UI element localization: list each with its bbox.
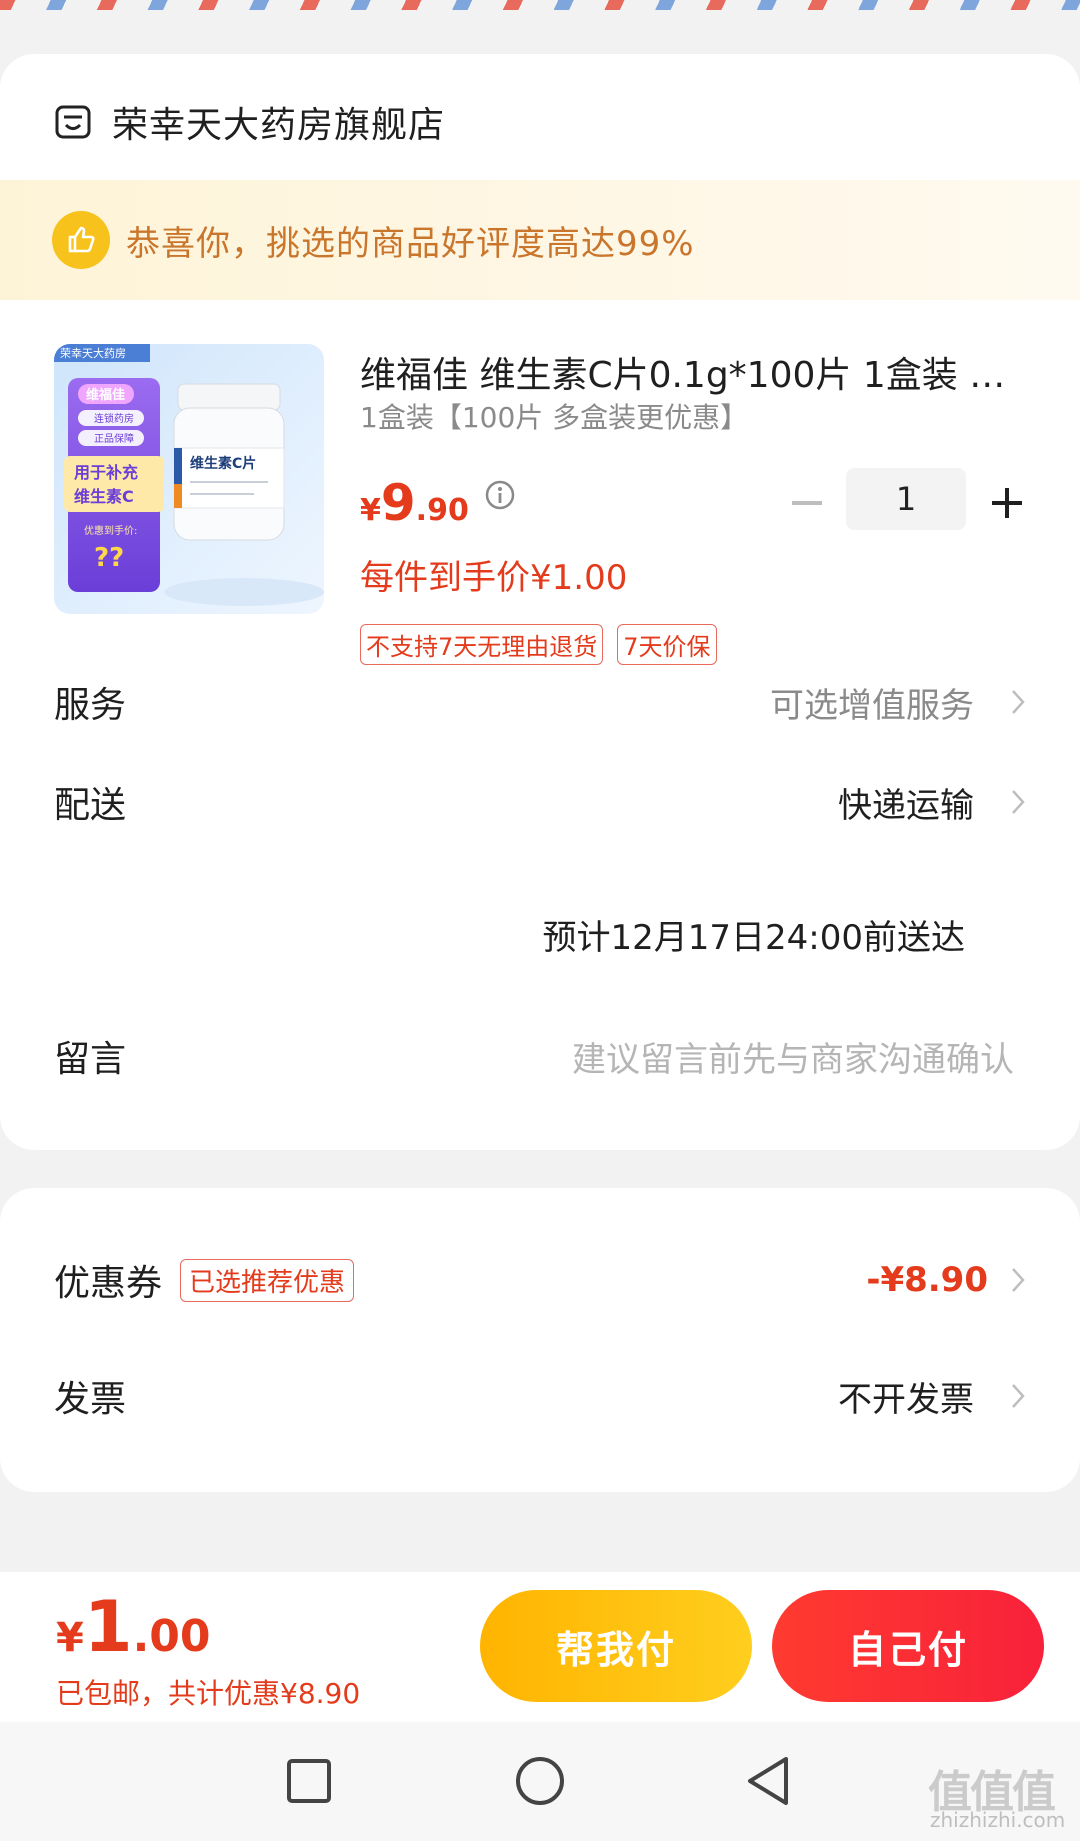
service-row[interactable]: 服务 可选增值服务 <box>54 672 1026 732</box>
plus-icon <box>992 488 1022 518</box>
image-chip-2: 正品保障 <box>94 432 134 445</box>
product-price: ¥ 9 .90 <box>360 474 469 532</box>
delivery-eta: 预计12月17日24:00前送达 <box>542 918 965 958</box>
tag-no-return: 不支持7天无理由退货 <box>360 624 604 665</box>
price-decimal: .90 <box>415 493 469 528</box>
note-row[interactable]: 留言 建议留言前先与商家沟通确认 <box>54 1026 1026 1086</box>
chevron-right-icon <box>1012 690 1025 714</box>
store-header[interactable]: 荣幸天大药房旗舰店 <box>54 94 445 150</box>
invoice-label: 发票 <box>54 1379 127 1420</box>
discount-card: 优惠券 已选推荐优惠 -¥8.90 发票 不开发票 <box>0 1188 1080 1492</box>
info-icon[interactable] <box>484 479 516 511</box>
service-value: 可选增值服务 <box>770 685 974 726</box>
invoice-row[interactable]: 发票 不开发票 <box>54 1366 1026 1426</box>
total-currency: ¥ <box>56 1615 84 1661</box>
store-icon <box>55 105 91 139</box>
image-brand-text: 荣幸天大药房 <box>60 346 126 360</box>
product-tags: 不支持7天无理由退货 7天价保 <box>360 624 717 665</box>
home-icon[interactable] <box>513 1754 567 1808</box>
chevron-right-icon <box>1012 1384 1025 1408</box>
coupon-tag: 已选推荐优惠 <box>180 1258 355 1302</box>
watermark-url: zhizhizhi.com <box>930 1808 1066 1832</box>
price-currency: ¥ <box>360 493 381 528</box>
image-bottle-label: 维生素C片 <box>190 455 256 472</box>
price-integer: 9 <box>380 474 416 532</box>
product-spec[interactable]: 1盒装【100片 多盒装更优惠】 <box>360 396 748 436</box>
back-icon[interactable] <box>742 1754 796 1808</box>
product-title[interactable]: 维福佳 维生素C片0.1g*100片 1盒装 用于补充维生素C <box>360 346 1020 398</box>
delivery-value: 快递运输 <box>838 785 974 826</box>
coupon-label: 优惠券 <box>54 1263 163 1304</box>
image-headline-1: 用于补充 <box>74 463 138 482</box>
quantity-increase-button[interactable] <box>984 480 1030 526</box>
store-name: 荣幸天大药房旗舰店 <box>112 105 446 146</box>
product-image[interactable]: 荣幸天大药房 维福佳 连锁药房 正品保障 用于补充 维生素C 优惠到手价: ??… <box>54 344 324 614</box>
praise-text: 恭喜你，挑选的商品好评度高达99% <box>126 223 695 264</box>
image-chip-1: 连锁药房 <box>94 412 134 425</box>
total-decimal: .00 <box>132 1611 211 1662</box>
order-card: 荣幸天大药房旗舰店 恭喜你，挑选的商品好评度高达99% 荣幸天大药房 维福佳 连… <box>0 54 1080 1150</box>
total-price: ¥ 1 .00 <box>56 1586 211 1668</box>
praise-banner: 恭喜你，挑选的商品好评度高达99% <box>0 180 1080 300</box>
service-label: 服务 <box>54 685 127 726</box>
quantity-decrease-button[interactable] <box>784 480 830 526</box>
airmail-border <box>0 0 1080 22</box>
note-input[interactable]: 建议留言前先与商家沟通确认 <box>572 1032 1014 1081</box>
recent-apps-icon[interactable] <box>282 1754 336 1808</box>
minus-icon <box>792 501 822 505</box>
hand-price: 每件到手价¥1.00 <box>360 558 628 598</box>
note-label: 留言 <box>54 1039 127 1080</box>
delivery-label: 配送 <box>54 785 127 826</box>
delivery-row[interactable]: 配送 快递运输 <box>54 772 1026 832</box>
image-price-mark: ?? <box>94 543 124 573</box>
help-pay-button[interactable]: 帮我付 <box>480 1590 752 1702</box>
self-pay-button[interactable]: 自己付 <box>772 1590 1044 1702</box>
total-summary: 已包邮，共计优惠¥8.90 <box>56 1677 361 1710</box>
coupon-value: -¥8.90 <box>866 1260 988 1300</box>
invoice-value: 不开发票 <box>838 1379 974 1420</box>
chevron-right-icon <box>1012 790 1025 814</box>
chevron-right-icon <box>1012 1268 1025 1292</box>
tag-price-protect: 7天价保 <box>617 624 717 665</box>
thumbs-up-icon <box>52 211 110 269</box>
image-headline-2: 维生素C <box>74 487 134 506</box>
coupon-row[interactable]: 优惠券 已选推荐优惠 -¥8.90 <box>54 1250 1026 1310</box>
image-badge-text: 维福佳 <box>86 387 125 403</box>
image-price-label: 优惠到手价: <box>84 524 137 537</box>
total-integer: 1 <box>83 1586 133 1668</box>
quantity-input[interactable]: 1 <box>846 468 966 530</box>
